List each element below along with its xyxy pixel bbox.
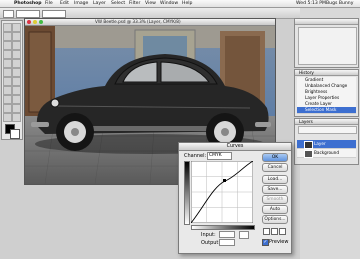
- brush-tool-icon[interactable]: [12, 50, 21, 59]
- menu-window[interactable]: Window: [160, 1, 178, 6]
- eyedropper-tool-icon[interactable]: [12, 104, 21, 113]
- options-button[interactable]: Options...: [262, 215, 288, 224]
- save-button[interactable]: Save...: [262, 185, 288, 194]
- eyedropper-gray-icon[interactable]: [271, 228, 278, 235]
- menu-filter[interactable]: Filter: [129, 1, 140, 6]
- load-button[interactable]: Load...: [262, 175, 288, 184]
- menu-select[interactable]: Select: [111, 1, 125, 6]
- crop-tool-icon[interactable]: [3, 41, 12, 50]
- preview-label: Preview: [269, 239, 289, 245]
- move-tool-icon[interactable]: [12, 23, 21, 32]
- menu-image[interactable]: Image: [74, 1, 88, 6]
- eye-icon[interactable]: [298, 141, 302, 145]
- navigator-preview[interactable]: [298, 27, 357, 65]
- history-item-label: Unbalanced Change: [305, 83, 348, 88]
- layer-name: Background: [314, 150, 339, 155]
- menu-bar: Photoshop File Edit Image Layer Select F…: [0, 0, 360, 8]
- user-name: Bugs Bunny: [326, 1, 354, 6]
- option-field-2[interactable]: [42, 10, 66, 18]
- layer-thumbnail: [304, 150, 313, 158]
- history-item-label: Selection Mask: [305, 107, 337, 112]
- eraser-tool-icon[interactable]: [3, 68, 12, 77]
- smooth-button[interactable]: Smooth: [262, 195, 288, 204]
- type-tool-icon[interactable]: [12, 86, 21, 95]
- history-item-selected[interactable]: Selection Mask: [297, 107, 356, 114]
- gradient-tool-icon[interactable]: [12, 68, 21, 77]
- option-field[interactable]: [16, 10, 40, 18]
- slice-tool-icon[interactable]: [12, 41, 21, 50]
- document-titlebar[interactable]: VW Beetle.psd @ 33.3% (Layer, CMYK/8): [25, 19, 275, 26]
- clock: Wed 5:13 PM: [296, 1, 326, 6]
- stamp-tool-icon[interactable]: [3, 59, 12, 68]
- app-menu[interactable]: Photoshop: [14, 1, 42, 6]
- hand-tool-icon[interactable]: [3, 113, 12, 122]
- layer-row[interactable]: Layer: [297, 140, 356, 149]
- eyedropper-black-icon[interactable]: [263, 228, 270, 235]
- layer-thumbnail: [304, 141, 313, 149]
- history-palette: History Gradient Unbalanced Change Brigh…: [294, 69, 359, 117]
- layer-row[interactable]: Background: [297, 149, 356, 158]
- marquee-tool-icon[interactable]: [3, 23, 12, 32]
- layers-titlebar[interactable]: Layers: [295, 119, 358, 125]
- output-gradient-bar: [184, 161, 190, 225]
- input-label: Input:: [201, 232, 216, 238]
- healing-brush-icon[interactable]: [3, 50, 12, 59]
- menu-view[interactable]: View: [145, 1, 156, 6]
- curve-mode-pencil-icon[interactable]: [239, 231, 249, 239]
- history-item-label: Brightness: [305, 89, 328, 94]
- navigator-palette: [294, 18, 359, 68]
- lasso-tool-icon[interactable]: [3, 32, 12, 41]
- navigator-titlebar[interactable]: [295, 19, 358, 25]
- history-item-label: Create Layer: [305, 101, 332, 106]
- ok-button[interactable]: OK: [262, 153, 288, 162]
- document-title: VW Beetle.psd @ 33.3% (Layer, CMYK/8): [95, 19, 181, 24]
- curves-dialog: Curves Channel: CMYK Input: Output: OK C…: [178, 142, 292, 254]
- background-color-swatch[interactable]: [10, 129, 20, 139]
- tool-preset-picker[interactable]: [3, 10, 14, 18]
- dodge-tool-icon[interactable]: [12, 77, 21, 86]
- menu-layer[interactable]: Layer: [93, 1, 106, 6]
- auto-button[interactable]: Auto: [262, 205, 288, 214]
- magic-wand-tool-icon[interactable]: [12, 32, 21, 41]
- menu-file[interactable]: File: [45, 1, 53, 6]
- curves-graph[interactable]: [191, 161, 253, 223]
- blend-mode-select[interactable]: [298, 126, 357, 134]
- output-field[interactable]: [219, 239, 235, 246]
- eyedropper-white-icon[interactable]: [279, 228, 286, 235]
- history-titlebar[interactable]: History: [295, 70, 358, 76]
- layers-tab[interactable]: Layers: [299, 119, 313, 124]
- notes-tool-icon[interactable]: [3, 104, 12, 113]
- channel-label: Channel:: [184, 153, 207, 159]
- menu-help[interactable]: Help: [182, 1, 192, 6]
- input-field[interactable]: [219, 231, 235, 238]
- output-label: Output:: [201, 240, 221, 246]
- curves-title: Curves: [179, 143, 291, 151]
- menu-edit[interactable]: Edit: [60, 1, 69, 6]
- toolbox: [1, 20, 23, 140]
- minimize-icon[interactable]: [33, 20, 37, 24]
- close-icon[interactable]: [27, 20, 31, 24]
- shape-tool-icon[interactable]: [12, 95, 21, 104]
- layer-name: Layer: [314, 141, 326, 146]
- layers-palette: Layers Layer Background: [294, 118, 359, 165]
- expand-dialog-icon[interactable]: [184, 245, 191, 250]
- pen-tool-icon[interactable]: [3, 95, 12, 104]
- channel-value: CMYK: [209, 153, 222, 158]
- history-item-label: Layer Properties: [305, 95, 340, 100]
- blur-tool-icon[interactable]: [3, 77, 12, 86]
- zoom-tool-icon[interactable]: [12, 113, 21, 122]
- input-gradient-bar: [191, 225, 255, 230]
- history-brush-icon[interactable]: [12, 59, 21, 68]
- curve-point[interactable]: [223, 179, 226, 182]
- history-tab[interactable]: History: [299, 70, 314, 75]
- preview-checkbox[interactable]: ✓: [262, 239, 269, 246]
- path-select-icon[interactable]: [3, 86, 12, 95]
- history-item-label: Gradient: [305, 77, 324, 82]
- cancel-button[interactable]: Cancel: [262, 163, 288, 172]
- channel-select[interactable]: CMYK: [207, 152, 232, 160]
- zoom-icon[interactable]: [39, 20, 43, 24]
